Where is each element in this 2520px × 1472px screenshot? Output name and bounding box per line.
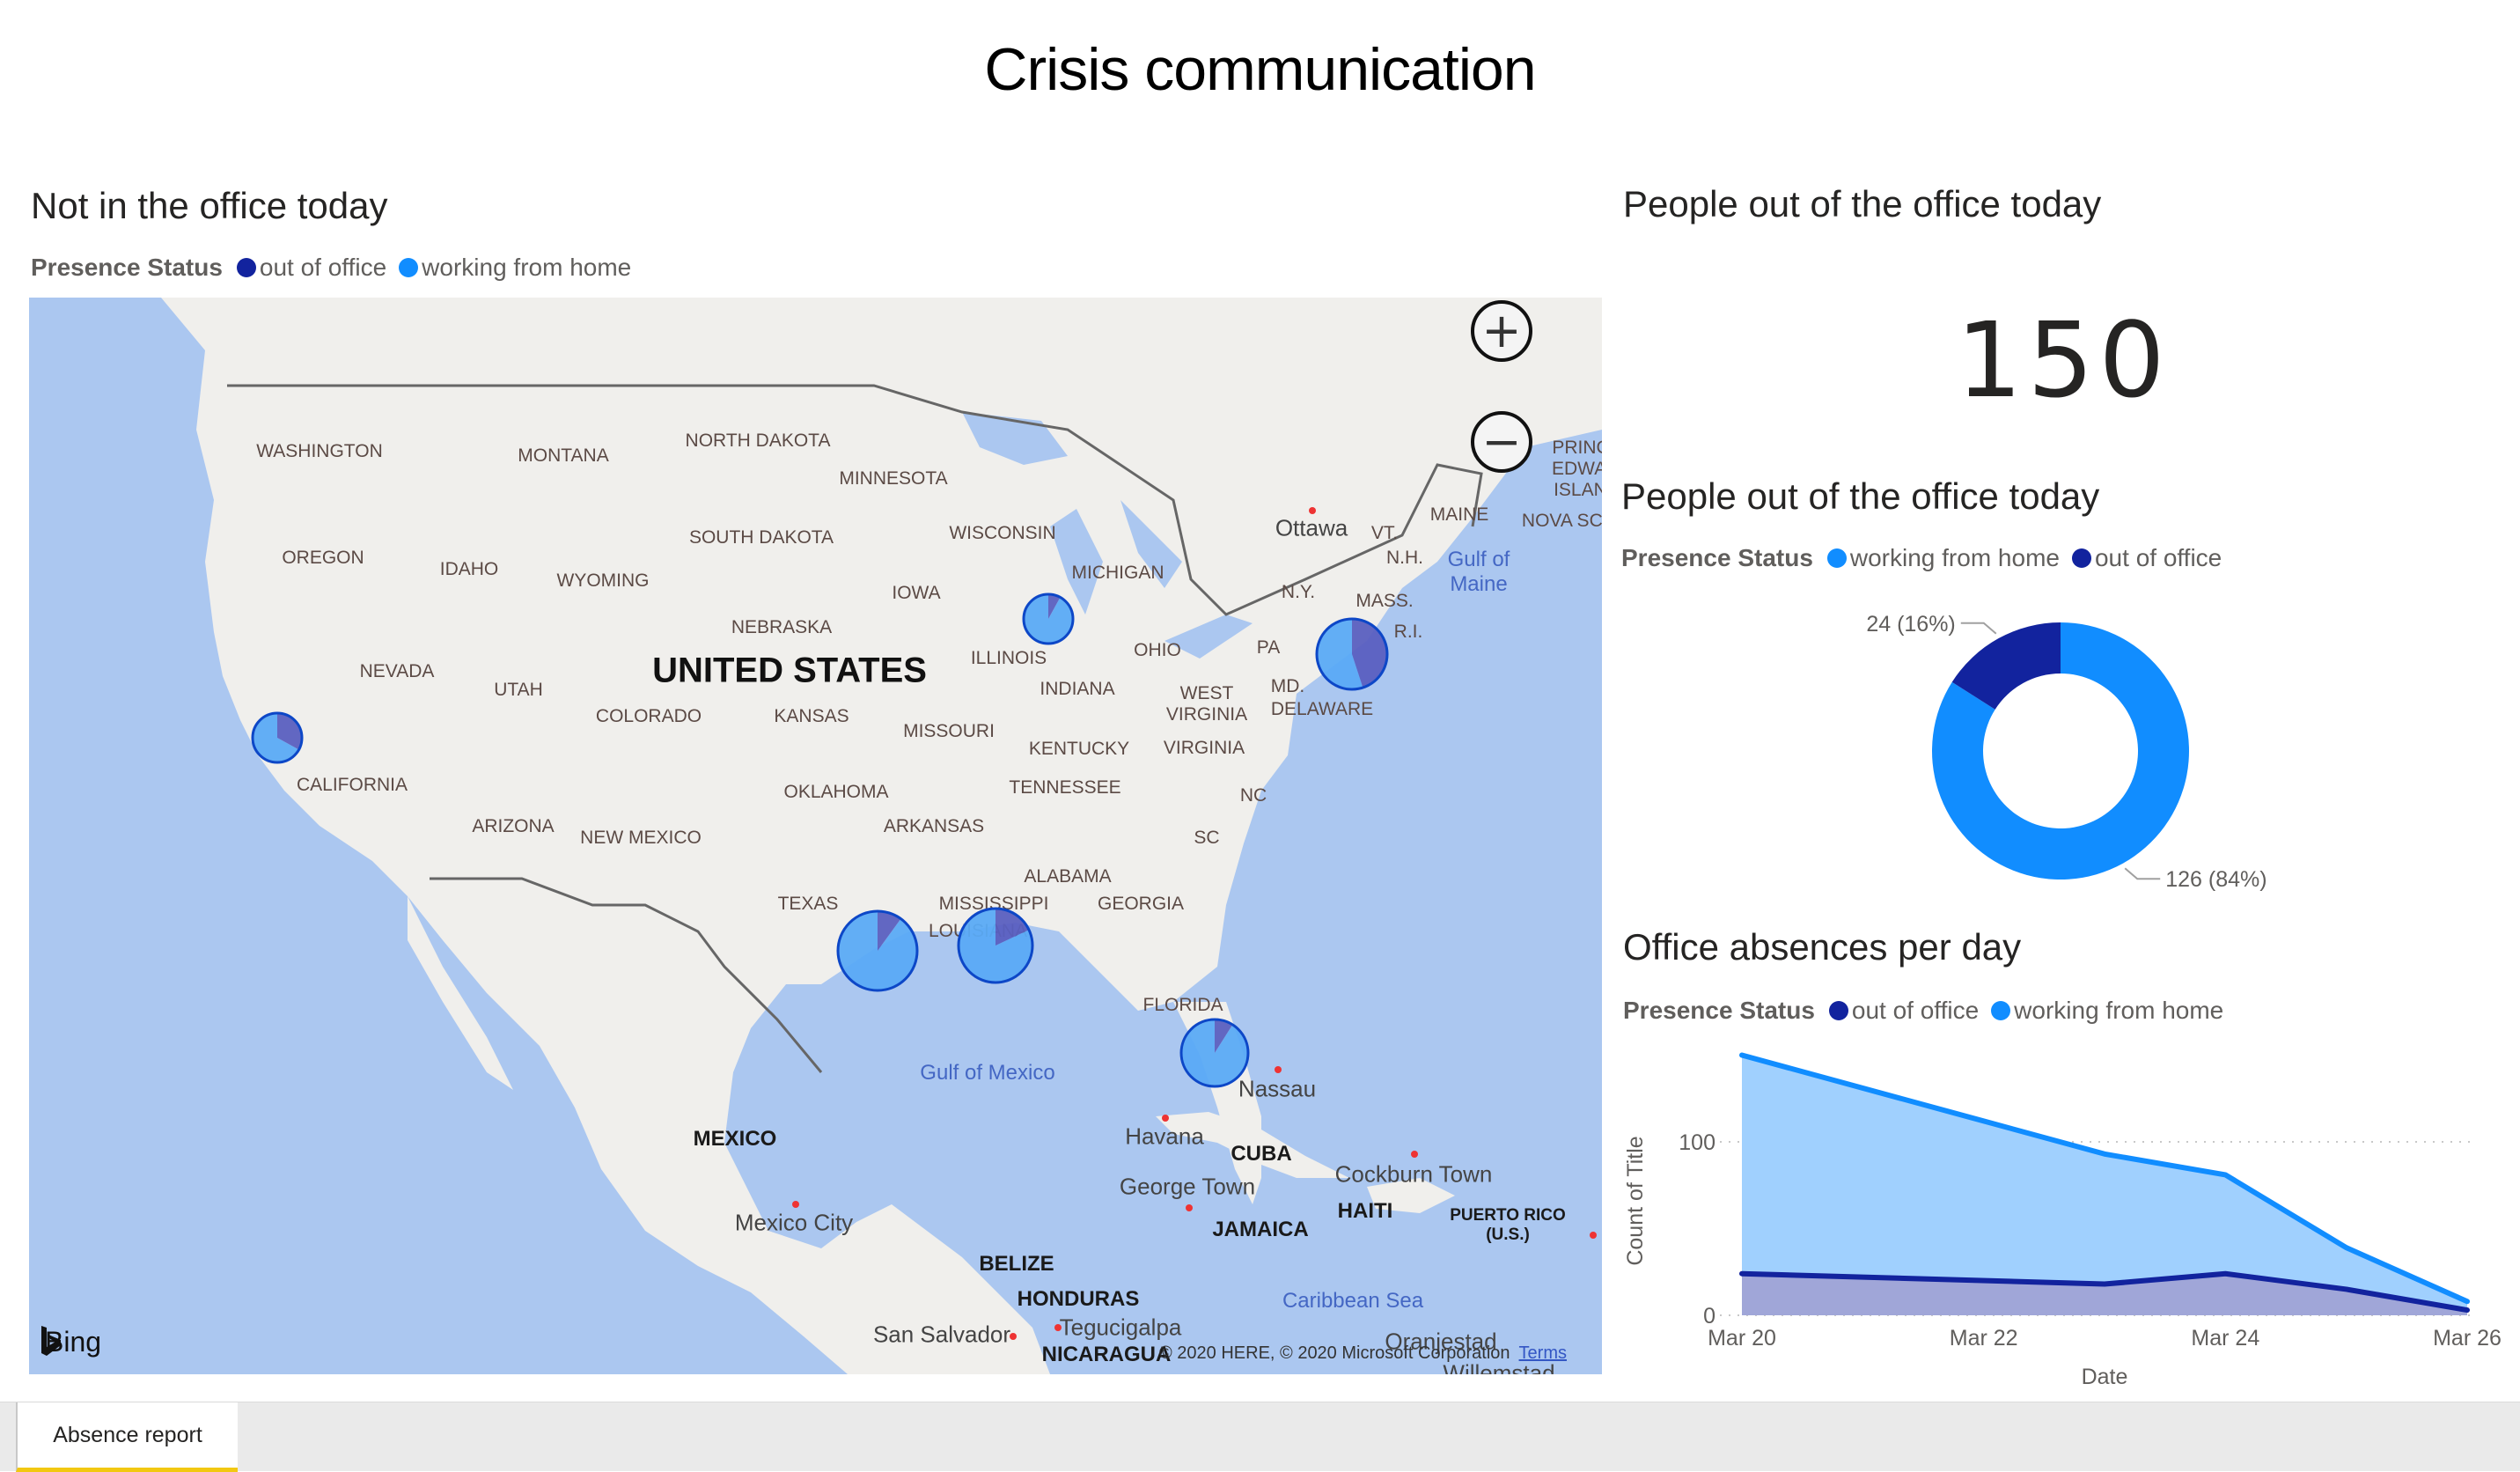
map-pie-layer xyxy=(251,592,1389,1088)
legend-title: Presence Status xyxy=(1621,544,1813,571)
y-tick-label: 100 xyxy=(1679,1130,1716,1155)
x-tick-label: Mar 20 xyxy=(1708,1326,1776,1351)
area-fill-working-from-home xyxy=(1742,1055,2467,1311)
area-legend: Presence Status out of office working fr… xyxy=(1623,997,2236,1025)
legend-label: out of office xyxy=(259,254,387,281)
x-axis-title: Date xyxy=(2082,1365,2128,1389)
x-tick-label: Mar 22 xyxy=(1950,1326,2018,1351)
copyright-text: © 2020 HERE, © 2020 Microsoft Corporatio… xyxy=(1159,1343,1510,1363)
map-pie-marker[interactable] xyxy=(836,909,919,992)
donut-data-label: 126 (84%) xyxy=(2165,867,2267,892)
legend-dot-icon xyxy=(1991,1001,2011,1020)
map-visual-title: Not in the office today xyxy=(31,185,388,226)
legend-item-working-from-home[interactable]: working from home xyxy=(1826,544,2060,572)
legend-dot-icon xyxy=(1828,1001,1848,1020)
map-pie-marker[interactable] xyxy=(251,711,304,764)
legend-dot-icon xyxy=(399,258,419,277)
legend-dot-icon xyxy=(236,258,256,277)
legend-title: Presence Status xyxy=(31,254,223,281)
y-axis-title: Count of Title xyxy=(1623,1136,1648,1265)
plus-icon: + xyxy=(1481,303,1522,358)
zoom-out-button[interactable]: − xyxy=(1471,411,1532,473)
area-chart: 0 100 Mar 20 Mar 22 Mar 24 Mar 26 Date Count of… xyxy=(1623,1052,2502,1389)
donut-data-label: 24 (16%) xyxy=(1866,612,1955,637)
x-tick-label: Mar 24 xyxy=(2191,1326,2259,1351)
legend-dot-icon xyxy=(2071,548,2091,568)
map-copyright: © 2020 HERE, © 2020 Microsoft Corporatio… xyxy=(1159,1343,1567,1364)
legend-dot-icon xyxy=(1826,548,1847,568)
legend-item-out-of-office[interactable]: out of office xyxy=(2071,544,2222,572)
donut-leader-line xyxy=(1960,622,1997,635)
card-visual-title: People out of the office today xyxy=(1623,183,2102,224)
legend-item-working-from-home[interactable]: working from home xyxy=(399,254,631,282)
x-tick-label: Mar 26 xyxy=(2433,1326,2502,1351)
donut-chart: 126 (84%) 24 (16%) xyxy=(1866,612,2267,892)
zoom-in-button[interactable]: + xyxy=(1471,300,1532,362)
donut-legend: Presence Status working from home out of… xyxy=(1621,544,2234,572)
legend-item-out-of-office[interactable]: out of office xyxy=(1828,997,1980,1025)
map-pie-marker[interactable] xyxy=(1022,592,1075,645)
legend-label: out of office xyxy=(2094,544,2222,571)
legend-label: working from home xyxy=(422,254,632,281)
minus-icon: − xyxy=(1481,414,1522,469)
map-legend: Presence Status out of office working fr… xyxy=(31,254,643,282)
donut-visual-title: People out of the office today xyxy=(1621,475,2100,517)
report-title: Crisis communication xyxy=(984,36,1536,103)
y-tick-label: 0 xyxy=(1703,1304,1716,1328)
card-value: 150 xyxy=(1956,299,2171,421)
legend-label: working from home xyxy=(1849,544,2060,571)
map-pie-marker[interactable] xyxy=(1179,1018,1250,1088)
legend-item-out-of-office[interactable]: out of office xyxy=(236,254,387,282)
legend-item-working-from-home[interactable]: working from home xyxy=(1991,997,2223,1025)
legend-title: Presence Status xyxy=(1623,997,1815,1024)
bing-icon xyxy=(41,1326,61,1356)
map-canvas[interactable]: WASHINGTON MONTANA NORTH DAKOTA MINNESOT… xyxy=(29,298,1602,1374)
legend-label: working from home xyxy=(2014,997,2224,1024)
donut-leader-line xyxy=(2124,867,2161,880)
tab-absence-report[interactable]: Absence report xyxy=(16,1402,238,1472)
terms-link[interactable]: Terms xyxy=(1519,1343,1567,1363)
bing-logo: Bing xyxy=(40,1326,101,1358)
area-visual-title: Office absences per day xyxy=(1623,926,2022,968)
map-pie-marker[interactable] xyxy=(1315,617,1389,691)
page-tab-bar: Absence report xyxy=(0,1402,2520,1472)
legend-label: out of office xyxy=(1851,997,1980,1024)
map-pie-marker[interactable] xyxy=(957,907,1034,984)
